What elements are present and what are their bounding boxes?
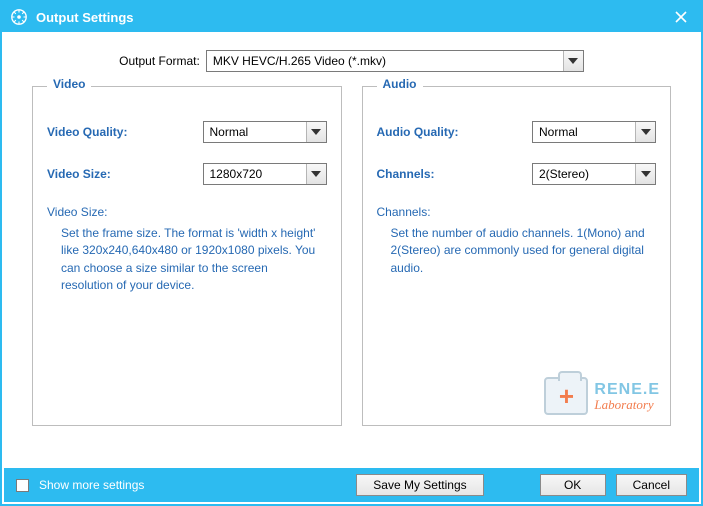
video-quality-select[interactable]: Normal: [203, 121, 327, 143]
video-size-value: 1280x720: [210, 167, 263, 181]
video-size-select[interactable]: 1280x720: [203, 163, 327, 185]
video-quality-value: Normal: [210, 125, 249, 139]
titlebar: Output Settings: [2, 2, 701, 32]
video-quality-row: Video Quality: Normal: [47, 121, 327, 143]
chevron-down-icon: [635, 122, 655, 142]
output-format-value: MKV HEVC/H.265 Video (*.mkv): [213, 54, 386, 68]
output-format-select[interactable]: MKV HEVC/H.265 Video (*.mkv): [206, 50, 584, 72]
audio-panel: Audio Audio Quality: Normal Channels: 2(…: [362, 86, 672, 426]
brand-name: RENE.E: [594, 382, 660, 398]
video-size-row: Video Size: 1280x720: [47, 163, 327, 185]
output-format-label: Output Format:: [119, 54, 200, 68]
video-helper-title: Video Size:: [47, 205, 327, 219]
chevron-down-icon: [306, 122, 326, 142]
audio-quality-label: Audio Quality:: [377, 125, 533, 139]
audio-quality-value: Normal: [539, 125, 578, 139]
ok-button[interactable]: OK: [540, 474, 606, 496]
app-icon: [10, 8, 28, 26]
content-area: Output Format: MKV HEVC/H.265 Video (*.m…: [2, 32, 701, 434]
video-size-label: Video Size:: [47, 167, 203, 181]
channels-value: 2(Stereo): [539, 167, 589, 181]
audio-helper-title: Channels:: [377, 205, 657, 219]
show-more-label[interactable]: Show more settings: [39, 478, 144, 492]
audio-quality-select[interactable]: Normal: [532, 121, 656, 143]
video-panel: Video Video Quality: Normal Video Size: …: [32, 86, 342, 426]
audio-legend: Audio: [377, 77, 423, 91]
brand-logo: + RENE.E Laboratory: [544, 377, 660, 415]
close-icon[interactable]: [669, 5, 693, 29]
audio-helper-text: Set the number of audio channels. 1(Mono…: [377, 225, 657, 277]
video-quality-label: Video Quality:: [47, 125, 203, 139]
video-helper-text: Set the frame size. The format is 'width…: [47, 225, 327, 295]
channels-select[interactable]: 2(Stereo): [532, 163, 656, 185]
window-title: Output Settings: [36, 10, 669, 25]
chevron-down-icon: [306, 164, 326, 184]
footer-bar: Show more settings Save My Settings OK C…: [4, 468, 699, 502]
chevron-down-icon: [635, 164, 655, 184]
save-settings-button[interactable]: Save My Settings: [356, 474, 483, 496]
audio-quality-row: Audio Quality: Normal: [377, 121, 657, 143]
output-format-row: Output Format: MKV HEVC/H.265 Video (*.m…: [32, 50, 671, 72]
channels-label: Channels:: [377, 167, 533, 181]
video-legend: Video: [47, 77, 91, 91]
brand-sub: Laboratory: [594, 398, 660, 411]
medkit-icon: +: [544, 377, 588, 415]
show-more-checkbox[interactable]: [16, 479, 29, 492]
cancel-button[interactable]: Cancel: [616, 474, 687, 496]
channels-row: Channels: 2(Stereo): [377, 163, 657, 185]
chevron-down-icon: [563, 51, 583, 71]
